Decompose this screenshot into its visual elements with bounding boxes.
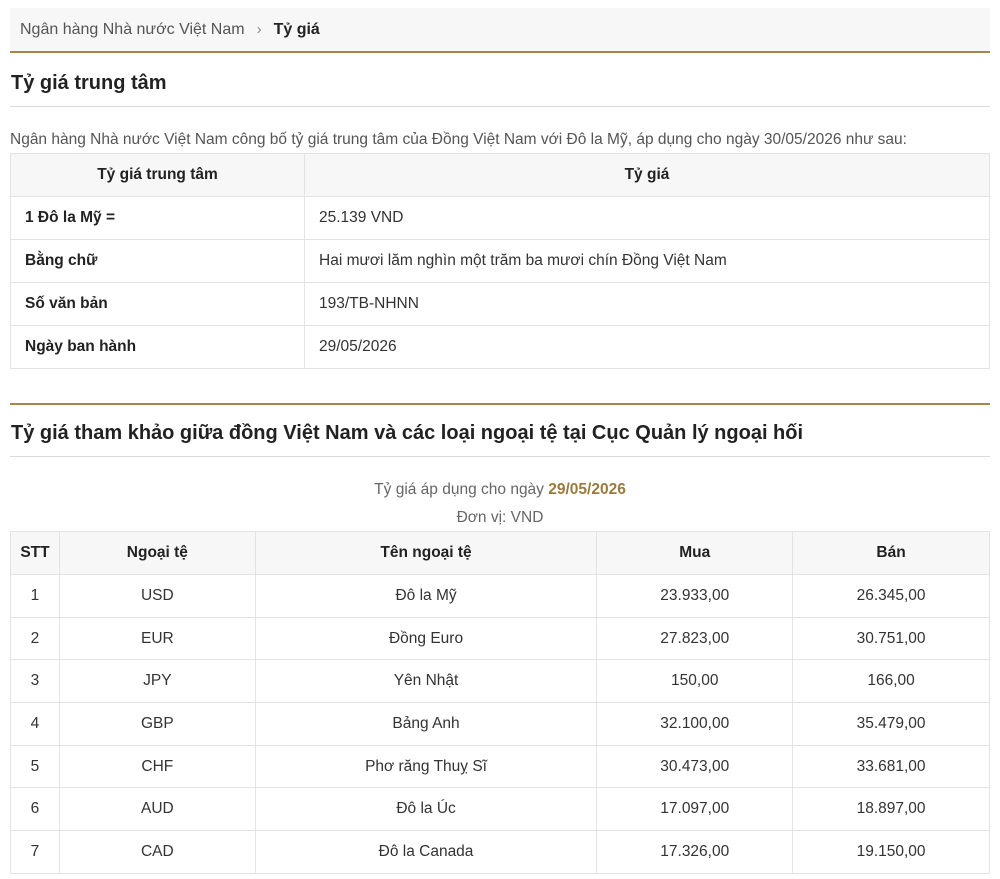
column-header-code: Ngoại tệ (58, 531, 256, 575)
cell-name: Bảng Anh (254, 702, 598, 746)
cell-sell: 19.150,00 (792, 830, 990, 874)
reference-date: 29/05/2026 (548, 481, 626, 498)
table-header-row: Tỷ giá trung tâm Tỷ giá (10, 153, 990, 197)
table-row: 5 CHF Phơ răng Thuỵ Sĩ 30.473,00 33.681,… (10, 744, 990, 789)
table-header-row: STT Ngoại tệ Tên ngoại tệ Mua Bán (10, 531, 990, 575)
table-row: 1 Đô la Mỹ = 25.139 VND (10, 196, 990, 240)
column-header-name: Tên ngoại tệ (254, 531, 598, 575)
column-header: Tỷ giá (304, 153, 990, 197)
table-row: Bằng chữ Hai mươi lăm nghìn một trăm ba … (10, 239, 990, 283)
row-label: Số văn bản (10, 282, 305, 326)
row-label: 1 Đô la Mỹ = (10, 196, 305, 240)
row-value: Hai mươi lăm nghìn một trăm ba mươi chín… (304, 239, 990, 283)
cell-stt: 1 (10, 574, 60, 618)
central-rate-title: Tỷ giá trung tâm (10, 60, 990, 107)
cell-name: Yên Nhật (254, 659, 598, 704)
cell-name: Đô la Úc (254, 787, 598, 832)
cell-sell: 30.751,00 (792, 616, 990, 661)
cell-buy: 17.097,00 (596, 787, 794, 832)
cell-sell: 35.479,00 (792, 702, 990, 746)
cell-sell: 166,00 (792, 659, 990, 704)
column-header-sell: Bán (792, 531, 990, 575)
table-row: Số văn bản 193/TB-NHNN (10, 282, 990, 326)
cell-code: CAD (58, 830, 256, 874)
table-row: 6 AUD Đô la Úc 17.097,00 18.897,00 (10, 787, 990, 832)
cell-buy: 30.473,00 (596, 744, 794, 789)
reference-rate-table: STT Ngoại tệ Tên ngoại tệ Mua Bán 1 USD … (10, 531, 990, 874)
cell-buy: 23.933,00 (596, 574, 794, 618)
cell-code: USD (58, 574, 256, 618)
row-value: 193/TB-NHNN (304, 282, 990, 326)
cell-code: EUR (58, 616, 256, 661)
cell-name: Đồng Euro (254, 616, 598, 661)
cell-sell: 26.345,00 (792, 574, 990, 618)
cell-code: GBP (58, 702, 256, 746)
cell-stt: 4 (10, 702, 60, 746)
cell-code: JPY (58, 659, 256, 704)
table-row: 7 CAD Đô la Canada 17.326,00 19.150,00 (10, 830, 990, 874)
row-value: 25.139 VND (304, 196, 990, 240)
cell-sell: 33.681,00 (792, 744, 990, 789)
table-row: 4 GBP Bảng Anh 32.100,00 35.479,00 (10, 702, 990, 746)
cell-name: Đô la Canada (254, 830, 598, 874)
cell-stt: 6 (10, 787, 60, 832)
breadcrumb-current: Tỷ giá (273, 20, 320, 38)
cell-name: Đô la Mỹ (254, 574, 598, 618)
row-label: Bằng chữ (10, 239, 305, 283)
column-header: Tỷ giá trung tâm (10, 153, 305, 197)
cell-buy: 32.100,00 (596, 702, 794, 746)
cell-buy: 27.823,00 (596, 616, 794, 661)
table-row: 3 JPY Yên Nhật 150,00 166,00 (10, 659, 990, 704)
cell-code: AUD (58, 787, 256, 832)
reference-date-prefix: Tỷ giá áp dụng cho ngày (374, 481, 544, 498)
row-value: 29/05/2026 (304, 325, 990, 369)
table-row: Ngày ban hành 29/05/2026 (10, 325, 990, 369)
breadcrumb-link-home[interactable]: Ngân hàng Nhà nước Việt Nam (20, 21, 245, 39)
reference-unit: Đơn vị: VND (456, 509, 544, 526)
cell-stt: 7 (10, 830, 60, 874)
chevron-right-icon: › (256, 21, 262, 38)
cell-stt: 2 (10, 616, 60, 661)
column-header-buy: Mua (596, 531, 794, 575)
central-rate-intro: Ngân hàng Nhà nước Việt Nam công bố tỷ g… (10, 131, 907, 148)
reference-rate-title: Tỷ giá tham khảo giữa đồng Việt Nam và c… (10, 403, 990, 457)
cell-sell: 18.897,00 (792, 787, 990, 832)
reference-date-line: Tỷ giá áp dụng cho ngày 29/05/2026 (10, 481, 990, 499)
cell-stt: 5 (10, 744, 60, 789)
cell-buy: 150,00 (596, 659, 794, 704)
cell-name: Phơ răng Thuỵ Sĩ (254, 744, 598, 789)
breadcrumb: Ngân hàng Nhà nước Việt Nam › Tỷ giá (10, 8, 990, 53)
column-header-stt: STT (10, 531, 60, 575)
central-rate-table: Tỷ giá trung tâm Tỷ giá 1 Đô la Mỹ = 25.… (10, 153, 990, 369)
table-row: 2 EUR Đồng Euro 27.823,00 30.751,00 (10, 616, 990, 661)
table-row: 1 USD Đô la Mỹ 23.933,00 26.345,00 (10, 574, 990, 618)
cell-code: CHF (58, 744, 256, 789)
row-label: Ngày ban hành (10, 325, 305, 369)
cell-stt: 3 (10, 659, 60, 704)
cell-buy: 17.326,00 (596, 830, 794, 874)
